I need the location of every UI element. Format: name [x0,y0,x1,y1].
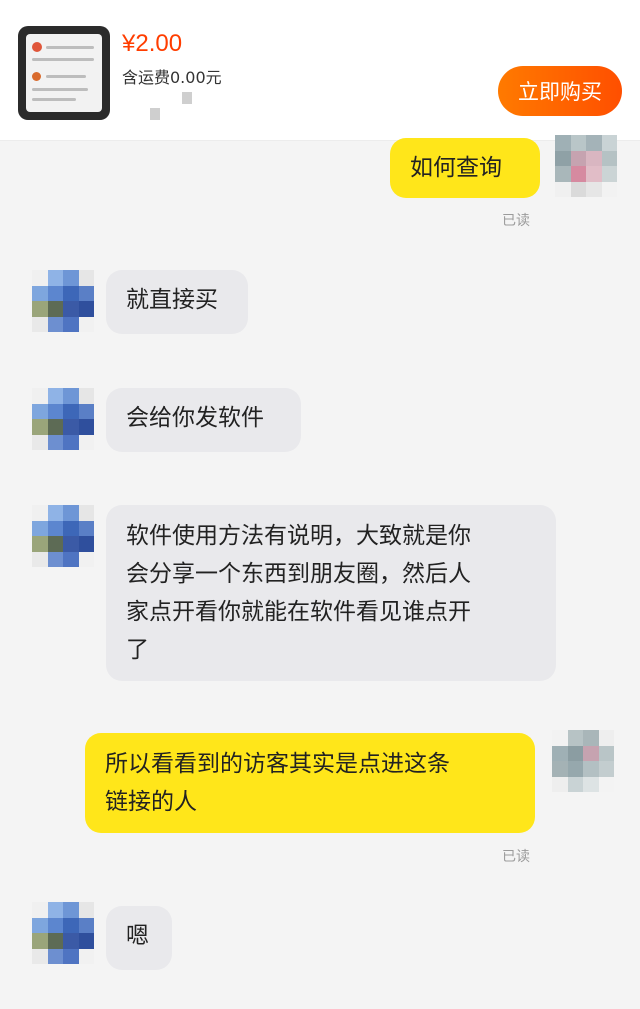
seller-avatar[interactable] [32,902,94,964]
my-message-bubble: 如何查询 [390,138,540,198]
my-avatar[interactable] [552,730,614,792]
product-thumbnail[interactable] [18,26,110,120]
seller-message-bubble: 嗯 [106,906,172,970]
message-line: 家点开看你就能在软件看见谁点开 [126,599,471,625]
blurred-pixel [150,108,160,120]
product-header: ¥2.00 含运费0.00元 立即购买 [0,0,640,141]
seller-avatar[interactable] [32,505,94,567]
message-line: 软件使用方法有说明，大致就是你 [126,523,471,549]
my-avatar[interactable] [555,135,617,197]
seller-avatar[interactable] [32,270,94,332]
message-line: 所以看看到的访客其实是点进这条 [105,751,450,777]
shipping-fee: 含运费0.00元 [122,68,222,87]
my-message-bubble: 所以看看到的访客其实是点进这条 链接的人 [85,733,535,833]
message-line: 了 [126,637,149,663]
seller-avatar[interactable] [32,388,94,450]
read-receipt: 已读 [502,213,530,229]
product-price: ¥2.00 [122,30,183,57]
message-line: 会分享一个东西到朋友圈，然后人 [126,561,471,587]
message-line: 链接的人 [105,789,197,815]
blurred-pixel [182,92,192,104]
seller-message-bubble: 就直接买 [106,270,248,334]
product-screenshot-icon [26,34,102,112]
read-receipt: 已读 [502,849,530,865]
buy-now-button[interactable]: 立即购买 [498,66,622,116]
seller-message-bubble: 软件使用方法有说明，大致就是你 会分享一个东西到朋友圈，然后人 家点开看你就能在… [106,505,556,681]
seller-message-bubble: 会给你发软件 [106,388,301,452]
